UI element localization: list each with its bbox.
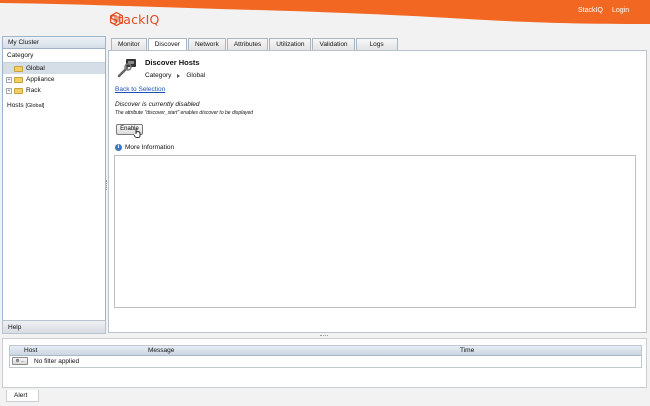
- header-login-link[interactable]: Login: [612, 7, 629, 14]
- tree-item-label: Appliance: [26, 76, 55, 83]
- tab-logs[interactable]: Logs: [355, 38, 398, 50]
- grid-header: Host Message Time: [10, 346, 641, 356]
- expand-icon[interactable]: +: [6, 76, 12, 83]
- bottom-splitter[interactable]: [320, 335, 328, 337]
- cluster-panel-title: My Cluster: [3, 37, 105, 49]
- tab-monitor[interactable]: Monitor: [111, 38, 147, 50]
- discover-tool-icon: [117, 59, 136, 78]
- tab-utilization[interactable]: Utilization: [269, 38, 312, 50]
- top-bar: StackIQ StackIQ Login: [0, 0, 650, 33]
- hosts-value: [Global]: [25, 103, 45, 109]
- more-information-box: [114, 155, 636, 308]
- attribute-note: The attribute "discover_start" enables d…: [115, 110, 254, 116]
- column-message[interactable]: Message: [148, 347, 174, 354]
- stackiq-logo: StackIQ: [110, 12, 160, 27]
- tree-item-label: Rack: [26, 87, 41, 94]
- tree-item-rack[interactable]: + Rack: [3, 85, 105, 96]
- tree-item-global[interactable]: Global: [3, 63, 105, 74]
- expand-icon[interactable]: +: [6, 87, 12, 94]
- breadcrumb-arrow-icon: [177, 73, 181, 78]
- header-wave: [0, 0, 650, 24]
- hosts-line: Hosts [Global]: [3, 96, 105, 115]
- category-label: Category: [3, 49, 105, 63]
- breadcrumb-category: Category: [145, 72, 172, 79]
- stackiq-logo-icon: [110, 12, 123, 26]
- alert-panel: Host Message Time ⚙ ... No filter applie…: [2, 338, 647, 388]
- column-time[interactable]: Time: [460, 347, 474, 354]
- tree-item-appliance[interactable]: + Appliance: [3, 74, 105, 85]
- tab-attributes[interactable]: Attributes: [226, 38, 269, 50]
- filter-button[interactable]: ⚙ ...: [12, 357, 28, 365]
- discover-status-text: Discover is currently disabled: [115, 101, 200, 108]
- tab-validation[interactable]: Validation: [312, 38, 355, 50]
- tree-item-label: Global: [26, 65, 45, 72]
- empty-message: No filter applied: [34, 358, 80, 365]
- hand-cursor-icon: [133, 129, 141, 138]
- folder-icon: [14, 65, 23, 72]
- more-information-label: More Information: [125, 144, 175, 151]
- folder-icon: [14, 76, 23, 83]
- info-icon: i: [115, 144, 122, 151]
- help-bar[interactable]: Help: [2, 320, 106, 334]
- tab-network[interactable]: Network: [187, 38, 226, 50]
- page-title: Discover Hosts: [145, 58, 200, 67]
- folder-icon: [14, 87, 23, 94]
- back-to-selection-link[interactable]: Back to Selection: [115, 86, 165, 93]
- tab-alert[interactable]: Alert: [6, 390, 39, 402]
- left-panel: My Cluster Category Global + Appliance +…: [2, 36, 106, 333]
- header-stackiq-link[interactable]: StackIQ: [578, 7, 603, 14]
- breadcrumb: Category Global: [145, 72, 205, 79]
- alert-grid: Host Message Time ⚙ ... No filter applie…: [9, 345, 642, 368]
- table-row: ⚙ ... No filter applied: [10, 356, 641, 367]
- hosts-label: Hosts: [7, 102, 24, 109]
- more-information[interactable]: i More Information: [115, 144, 174, 151]
- breadcrumb-global: Global: [186, 72, 206, 79]
- discover-panel: Discover Hosts Category Global Back to S…: [108, 50, 647, 333]
- column-host[interactable]: Host: [24, 347, 37, 354]
